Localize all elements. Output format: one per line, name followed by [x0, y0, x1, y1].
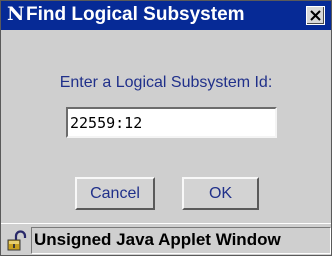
- applet-warning-label: Unsigned Java Applet Window: [31, 227, 331, 254]
- logical-subsystem-id-input[interactable]: [66, 107, 277, 138]
- window-title: Find Logical Subsystem: [26, 4, 245, 25]
- cancel-button[interactable]: Cancel: [75, 177, 155, 210]
- unlocked-padlock-icon: [7, 230, 27, 251]
- close-icon: [310, 10, 321, 21]
- prompt-label: Enter a Logical Subsystem Id:: [59, 74, 273, 91]
- close-button[interactable]: [306, 6, 325, 25]
- netscape-n-icon: N: [7, 3, 25, 25]
- status-bar: Unsigned Java Applet Window: [1, 223, 331, 255]
- find-logical-subsystem-dialog: N Find Logical Subsystem Enter a Logical…: [0, 0, 332, 256]
- ok-button[interactable]: OK: [182, 177, 259, 210]
- title-bar[interactable]: N Find Logical Subsystem: [1, 1, 331, 30]
